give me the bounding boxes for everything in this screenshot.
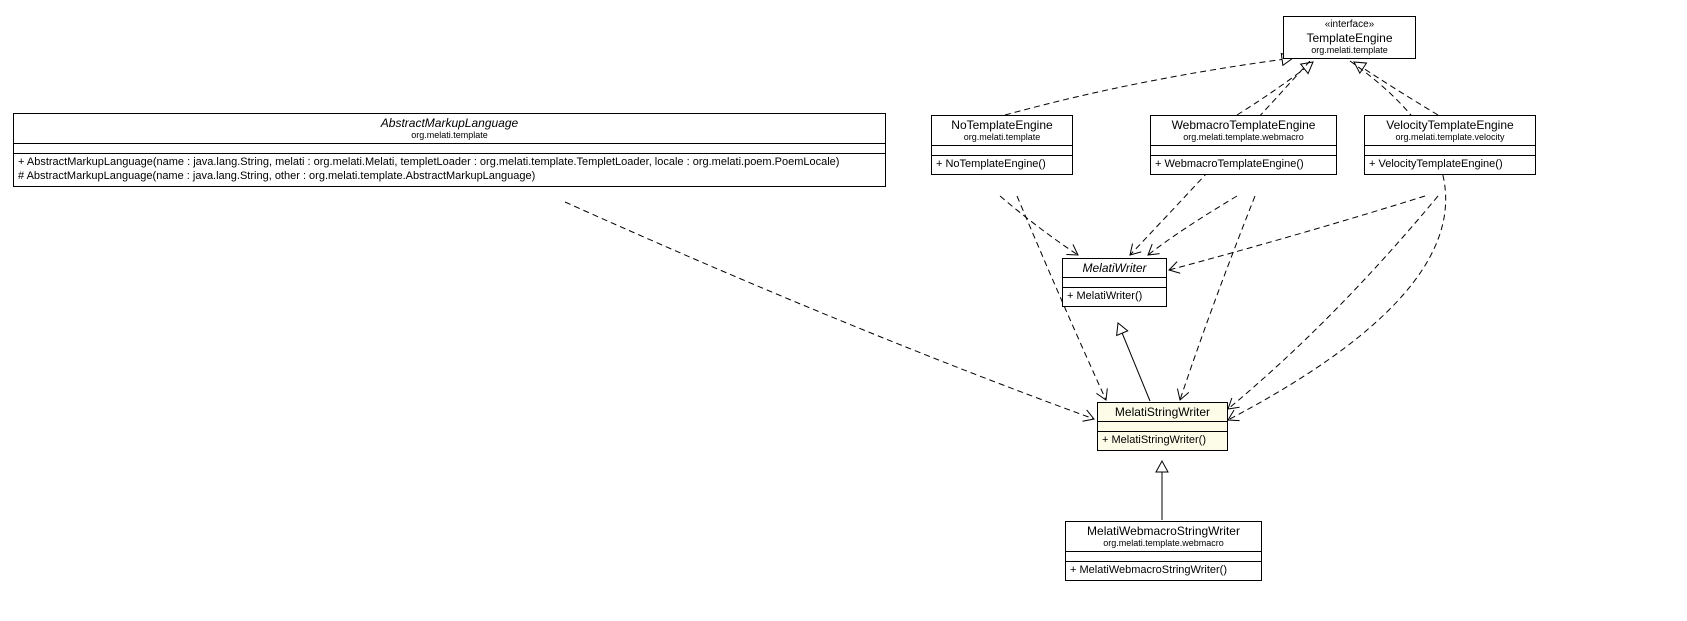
package-label: org.melati.template [1288, 45, 1411, 56]
operation: + NoTemplateEngine() [936, 158, 1068, 172]
class-melati-webmacro-string-writer: MelatiWebmacroStringWriter org.melati.te… [1065, 521, 1262, 581]
class-name: TemplateEngine [1288, 31, 1411, 45]
operation: + WebmacroTemplateEngine() [1155, 158, 1332, 172]
class-name: NoTemplateEngine [936, 118, 1068, 132]
class-name: MelatiWebmacroStringWriter [1070, 524, 1257, 538]
class-name: AbstractMarkupLanguage [18, 116, 881, 130]
class-velocity-template-engine: VelocityTemplateEngine org.melati.templa… [1364, 115, 1536, 175]
class-melati-writer: MelatiWriter + MelatiWriter() [1062, 258, 1167, 307]
class-name: VelocityTemplateEngine [1369, 118, 1531, 132]
attributes-compartment [1066, 552, 1261, 562]
operation: + MelatiWebmacroStringWriter() [1070, 564, 1257, 578]
operation: + VelocityTemplateEngine() [1369, 158, 1531, 172]
class-template-engine: «interface» TemplateEngine org.melati.te… [1283, 16, 1416, 59]
operation: # AbstractMarkupLanguage(name : java.lan… [18, 170, 881, 184]
class-abstract-markup-language: AbstractMarkupLanguage org.melati.templa… [13, 113, 886, 187]
stereotype-label: «interface» [1288, 19, 1411, 31]
class-melati-string-writer: MelatiStringWriter + MelatiStringWriter(… [1097, 402, 1228, 451]
package-label: org.melati.template [936, 132, 1068, 143]
package-label: org.melati.template.webmacro [1155, 132, 1332, 143]
attributes-compartment [932, 146, 1072, 156]
package-label: org.melati.template.velocity [1369, 132, 1531, 143]
operation: + MelatiStringWriter() [1102, 434, 1223, 448]
class-webmacro-template-engine: WebmacroTemplateEngine org.melati.templa… [1150, 115, 1337, 175]
attributes-compartment [1365, 146, 1535, 156]
attributes-compartment [1063, 278, 1166, 288]
package-label: org.melati.template [18, 130, 881, 141]
diagram-edges [0, 0, 1687, 621]
operation: + AbstractMarkupLanguage(name : java.lan… [18, 156, 881, 170]
class-no-template-engine: NoTemplateEngine org.melati.template + N… [931, 115, 1073, 175]
operation: + MelatiWriter() [1067, 290, 1162, 304]
package-label: org.melati.template.webmacro [1070, 538, 1257, 549]
class-name: MelatiWriter [1067, 261, 1162, 275]
class-name: WebmacroTemplateEngine [1155, 118, 1332, 132]
attributes-compartment [1098, 422, 1227, 432]
class-name: MelatiStringWriter [1102, 405, 1223, 419]
attributes-compartment [1151, 146, 1336, 156]
attributes-compartment [14, 144, 885, 154]
